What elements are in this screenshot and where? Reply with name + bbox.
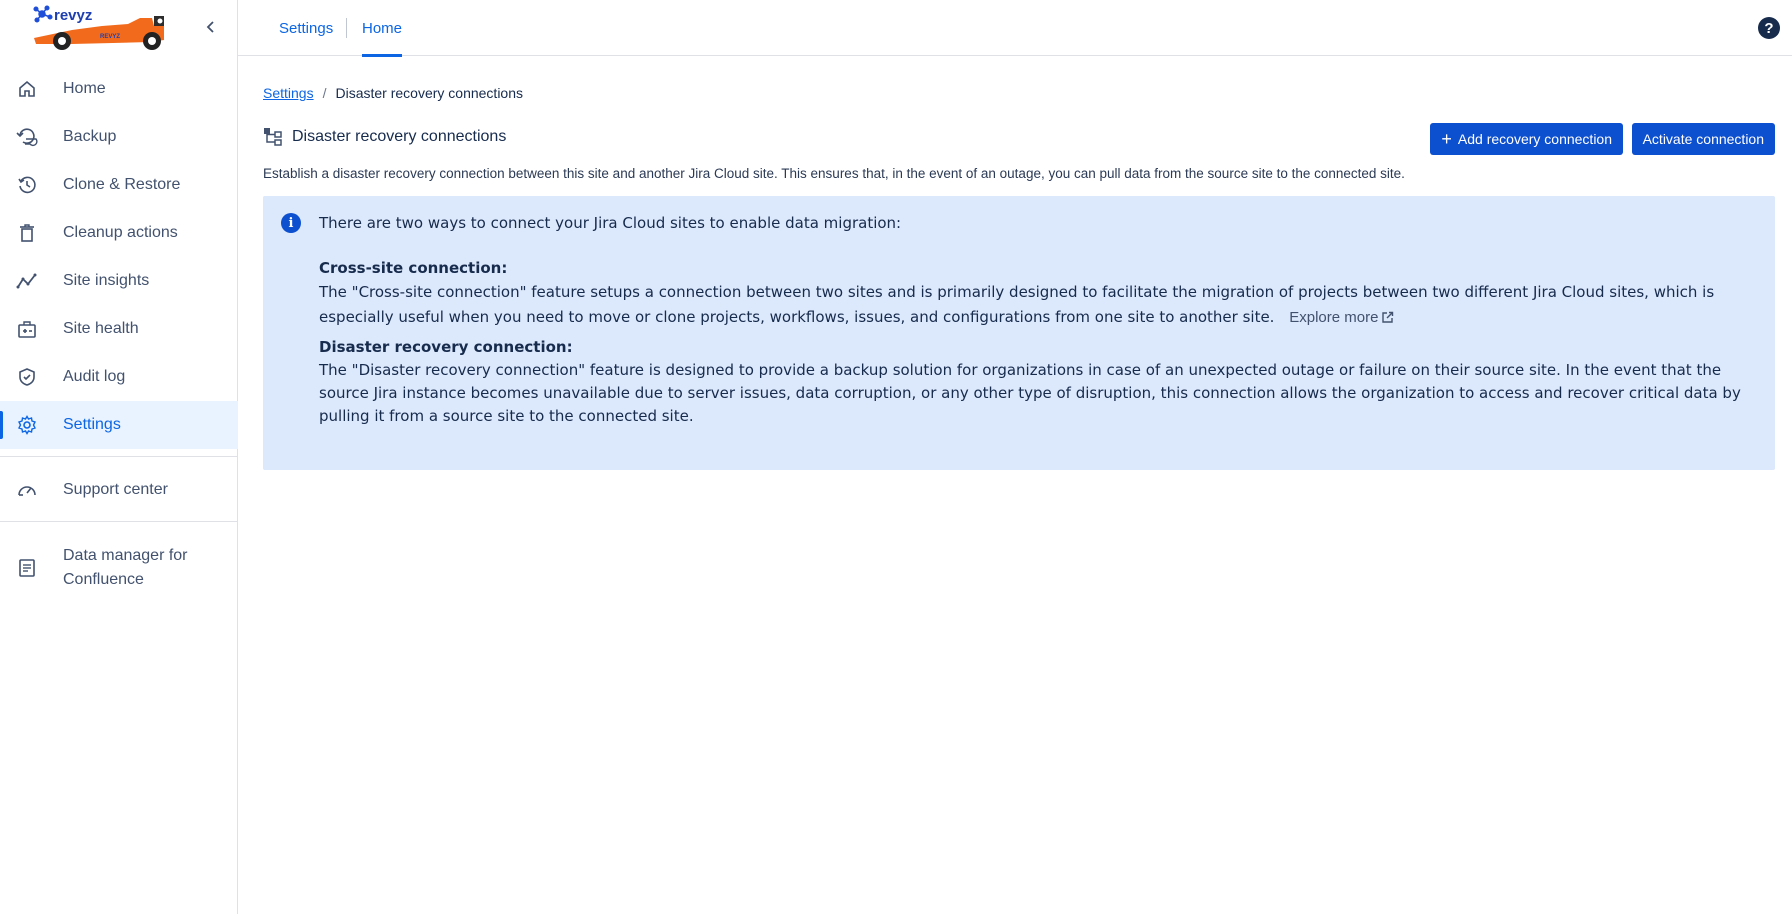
cross-site-text: The "Cross-site connection" feature setu… — [319, 283, 1715, 326]
collapse-sidebar-button[interactable] — [200, 16, 222, 38]
sidebar-item-label: Cleanup actions — [63, 224, 178, 241]
sidebar-item-audit-log[interactable]: Audit log — [0, 353, 238, 401]
sidebar-divider — [0, 456, 238, 457]
speedometer-icon — [16, 479, 38, 501]
logo-row: revyz REVYZ — [0, 0, 237, 56]
sidebar-item-label: Support center — [63, 481, 168, 498]
backup-icon — [16, 126, 38, 148]
medical-kit-icon — [16, 318, 38, 340]
sidebar-item-label: Backup — [63, 128, 117, 145]
sidebar-item-site-insights[interactable]: Site insights — [0, 257, 238, 305]
sidebar-item-clone-restore[interactable]: Clone & Restore — [0, 161, 238, 209]
app-root: revyz REVYZ Home Backup Clone & Restore … — [0, 0, 1792, 914]
info-icon: i — [281, 213, 301, 233]
sidebar-item-label: Site insights — [63, 272, 150, 289]
tab-home[interactable]: Home — [362, 0, 403, 57]
tab-settings[interactable]: Settings — [279, 0, 333, 56]
data-manager-line2: Confluence — [63, 571, 144, 588]
page-title: Disaster recovery connections — [263, 127, 506, 147]
sidebar-item-site-health[interactable]: Site health — [0, 305, 238, 353]
sidebar-item-label: Data manager for Confluence — [63, 544, 188, 592]
sidebar-item-label: Site health — [63, 320, 139, 337]
sidebar-item-backup[interactable]: Backup — [0, 113, 238, 161]
tab-label: Settings — [279, 19, 334, 37]
breadcrumb-separator: / — [322, 85, 327, 101]
gear-icon — [16, 414, 38, 436]
sidebar-item-label: Home — [63, 80, 106, 97]
explore-more-link[interactable]: Explore more — [1289, 309, 1394, 326]
cross-site-heading: Cross-site connection: — [319, 259, 508, 277]
chevron-left-icon — [206, 21, 214, 33]
plus-icon: + — [1441, 129, 1452, 149]
svg-text:REVYZ: REVYZ — [100, 34, 120, 40]
sidebar-item-home[interactable]: Home — [0, 65, 238, 113]
breadcrumb-settings-link[interactable]: Settings — [263, 85, 314, 101]
page-title-text: Disaster recovery connections — [292, 128, 507, 145]
page-header: Disaster recovery connections + Add reco… — [263, 123, 1775, 155]
sidebar-item-label: Audit log — [63, 368, 126, 385]
sidebar: revyz REVYZ Home Backup Clone & Restore … — [0, 0, 238, 914]
revyz-logo[interactable]: revyz REVYZ — [32, 4, 188, 52]
info-intro: There are two ways to connect your Jira … — [319, 214, 902, 232]
document-list-icon — [16, 557, 38, 579]
help-icon[interactable]: ? — [1758, 17, 1780, 39]
activate-connection-button[interactable]: Activate connection — [1631, 123, 1775, 155]
disaster-recovery-section: Disaster recovery connection: The "Disas… — [319, 336, 1751, 428]
info-panel: i There are two ways to connect your Jir… — [263, 196, 1775, 470]
page-description: Establish a disaster recovery connection… — [263, 166, 1405, 181]
button-label: Activate connection — [1642, 131, 1764, 147]
history-icon — [16, 174, 38, 196]
sidebar-item-support-center[interactable]: Support center — [0, 466, 238, 514]
external-link-icon — [1382, 311, 1394, 323]
tab-label: Home — [362, 19, 403, 37]
breadcrumb: Settings / Disaster recovery connections — [263, 85, 523, 101]
dr-text: The "Disaster recovery connection" featu… — [319, 361, 1741, 425]
sidebar-divider — [0, 521, 238, 522]
top-bar: Settings Home ? — [238, 0, 1792, 57]
sidebar-item-cleanup-actions[interactable]: Cleanup actions — [0, 209, 238, 257]
sidebar-item-data-manager[interactable]: Data manager for Confluence — [0, 542, 238, 594]
brand-text: revyz — [54, 7, 92, 24]
line-chart-icon — [16, 270, 38, 292]
tab-separator — [346, 18, 347, 38]
button-label: Add recovery connection — [1457, 131, 1612, 147]
add-recovery-connection-button[interactable]: + Add recovery connection — [1430, 123, 1623, 155]
dr-heading: Disaster recovery connection: — [319, 338, 573, 356]
trash-icon — [16, 222, 38, 244]
info-content: There are two ways to connect your Jira … — [319, 212, 1751, 434]
cross-site-section: Cross-site connection: The "Cross-site c… — [319, 257, 1751, 330]
breadcrumb-current: Disaster recovery connections — [335, 85, 524, 101]
home-icon — [16, 78, 38, 100]
data-manager-line1: Data manager for — [63, 547, 188, 564]
sidebar-item-settings[interactable]: Settings — [0, 401, 238, 449]
connection-tree-icon — [263, 127, 283, 147]
explore-more-label: Explore more — [1289, 309, 1379, 326]
cross-site-description: The "Cross-site connection" feature setu… — [319, 280, 1751, 330]
shield-check-icon — [16, 366, 38, 388]
sidebar-item-label: Settings — [63, 416, 121, 433]
sidebar-item-label: Clone & Restore — [63, 176, 181, 193]
